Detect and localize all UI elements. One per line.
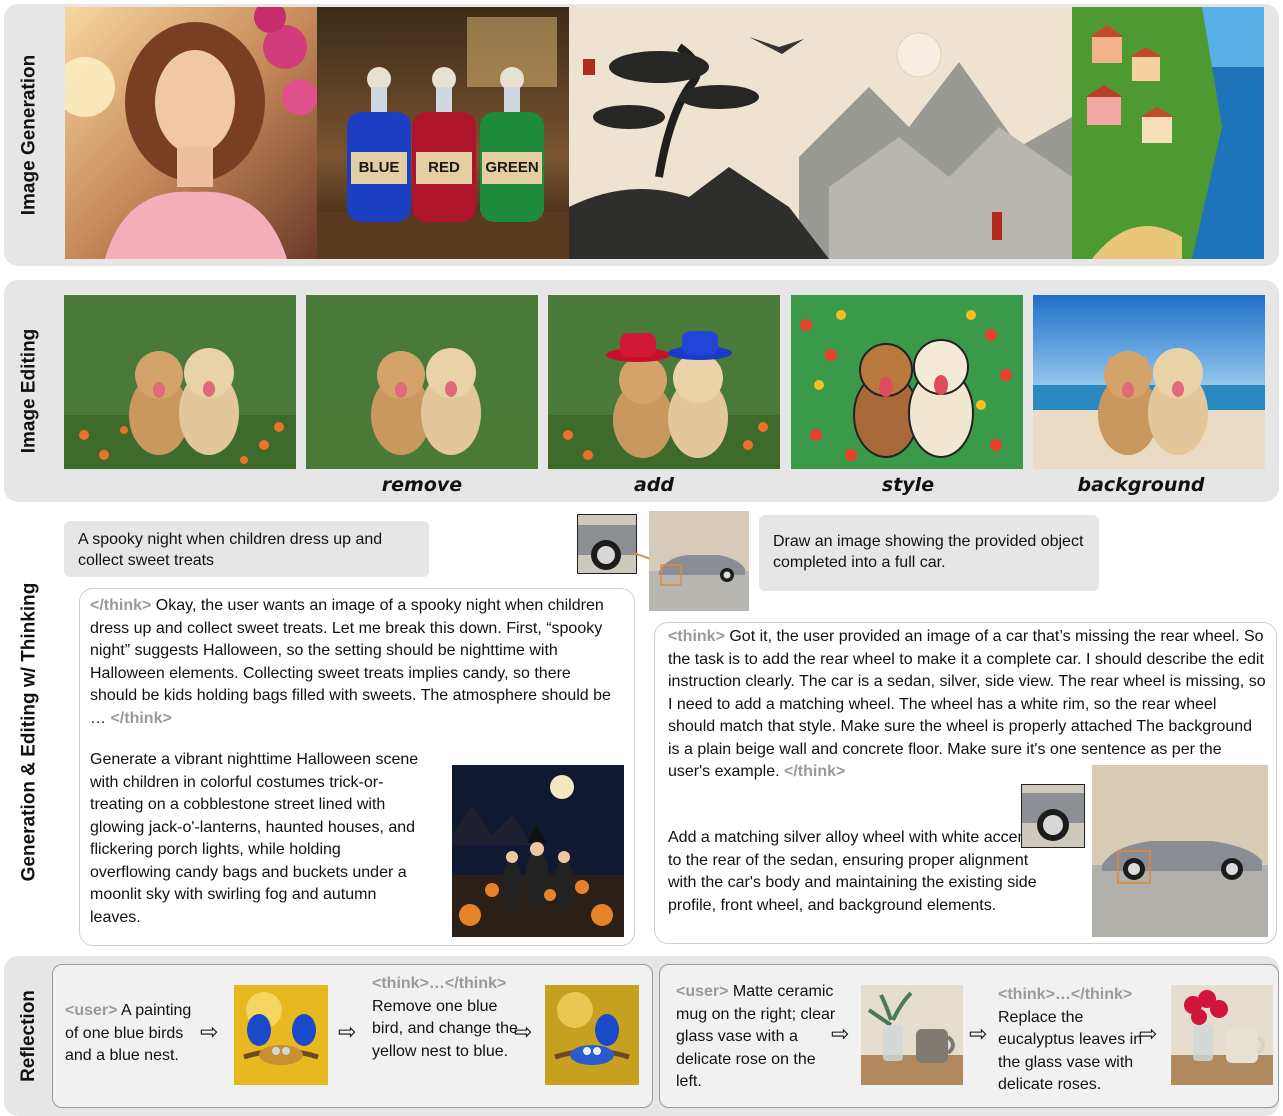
thinking-label: Generation & Editing w/ Thinking — [18, 582, 40, 882]
car-result-crop-image — [1021, 784, 1085, 848]
generation-label: Image Generation — [18, 54, 39, 216]
puppies-original-image — [64, 295, 296, 469]
edit-op-remove: remove — [381, 474, 463, 496]
editing-label: Image Editing — [18, 328, 40, 454]
reflection-arrow-5: ⇨ — [969, 1021, 988, 1046]
car-input-image — [649, 511, 749, 611]
left-thinking-card: </think> Okay, the user wants an image o… — [79, 588, 635, 946]
car-crop-image — [577, 514, 637, 574]
reflection-right-think: <think>…</think> Replace the eucalyptus … — [998, 986, 1143, 1093]
right-think-text: <think> Got it, the user provided an ima… — [668, 628, 1266, 780]
reflection-left-user: <user> A painting of one blue birds and … — [65, 1002, 192, 1064]
left-prompt-box: A spooky night when children dress up an… — [64, 521, 429, 577]
vase-before-image — [861, 985, 963, 1085]
puppies-add-image — [548, 295, 780, 469]
bottle-label-red: RED — [428, 159, 460, 176]
reflection-arrow-3: ⇨ — [514, 1019, 533, 1044]
reflection-arrow-6: ⇨ — [1139, 1021, 1158, 1046]
coastal-village-image — [1072, 7, 1264, 259]
car-output-image — [1092, 765, 1268, 937]
reflection-arrow-4: ⇨ — [831, 1021, 850, 1046]
edit-op-add: add — [633, 474, 675, 496]
puppies-background-image — [1033, 295, 1265, 469]
reflection-right-user: <user> Matte ceramic mug on the right; c… — [676, 983, 836, 1090]
right-output-text: Add a matching silver alloy wheel with w… — [668, 829, 1039, 914]
edit-op-style: style — [881, 474, 935, 496]
puppies-remove-image — [306, 295, 538, 469]
bottles-image: BLUE RED GREEN — [317, 7, 569, 259]
bottle-label-green: GREEN — [485, 159, 539, 176]
portrait-image — [65, 7, 317, 259]
edit-op-background: background — [1077, 474, 1205, 496]
birds-before-image — [234, 985, 328, 1085]
reflection-arrow-2: ⇨ — [338, 1019, 357, 1044]
right-prompt-box: Draw an image showing the provided objec… — [759, 515, 1099, 591]
halloween-image — [452, 765, 624, 937]
puppies-style-image — [791, 295, 1023, 469]
reflection-arrow-1: ⇨ — [200, 1019, 219, 1044]
ink-landscape-image — [569, 7, 1072, 259]
birds-after-image — [545, 985, 639, 1085]
reflection-label: Reflection — [18, 990, 40, 1082]
reflection-left-think: <think>…</think> Remove one blue bird, a… — [372, 975, 518, 1060]
vase-after-image — [1171, 985, 1273, 1085]
left-output-text: Generate a vibrant nighttime Halloween s… — [90, 751, 419, 926]
left-think-text: </think> Okay, the user wants an image o… — [90, 597, 611, 727]
bottle-label-blue: BLUE — [358, 159, 400, 176]
